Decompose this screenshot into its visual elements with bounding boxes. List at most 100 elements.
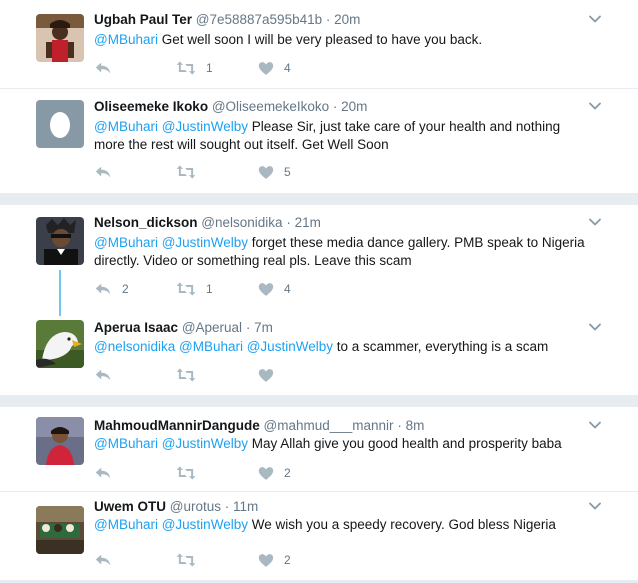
chevron-down-icon[interactable] [588,215,602,229]
tweet-body: Get well soon I will be very pleased to … [157,32,483,47]
reply-button[interactable]: 2 [94,279,129,299]
heart-icon [258,61,274,76]
mention-links[interactable]: @nelsonidika @MBuhari @JustinWelby [94,339,333,354]
mention-links[interactable]: @MBuhari [94,32,158,47]
username[interactable]: @nelsonidika [201,215,282,230]
retweet-button[interactable]: 1 [176,279,213,299]
username[interactable]: @Aperual [182,320,242,335]
retweet-icon [176,552,196,568]
like-count: 2 [284,466,291,480]
avatar[interactable] [36,217,84,265]
tweet-header: Ugbah Paul Ter @7e58887a595b41b · 20m [94,11,360,29]
username[interactable]: @7e58887a595b41b [196,12,322,27]
username[interactable]: @urotus [170,499,221,514]
retweet-icon [176,164,196,180]
tweet-item[interactable]: Nelson_dickson @nelsonidika · 21m @MBuha… [0,205,638,310]
like-button[interactable]: 5 [258,162,291,182]
display-name[interactable]: Aperua Isaac [94,320,178,335]
tweet-text: @nelsonidika @MBuhari @JustinWelby to a … [94,338,594,356]
mention-links[interactable]: @MBuhari @JustinWelby [94,119,248,134]
separator: · [397,418,402,433]
reply-button[interactable] [94,58,122,78]
avatar[interactable] [36,100,84,148]
separator: · [245,320,251,335]
like-count: 5 [284,165,291,179]
retweet-button[interactable] [176,365,206,385]
tweet-text: @MBuhari Get well soon I will be very pl… [94,31,594,49]
tweet-item[interactable]: MahmoudMannirDangude @mahmud___mannir · … [0,407,638,491]
tweet-item[interactable]: Oliseemeke Ikoko @OliseemekeIkoko · 20m … [0,89,638,193]
reply-icon [94,366,112,384]
retweet-count: 1 [206,282,213,296]
tweet-header: Oliseemeke Ikoko @OliseemekeIkoko · 20m [94,98,367,116]
conversation-gap [0,395,638,407]
timestamp[interactable]: 11m [233,499,258,514]
chevron-down-icon[interactable] [588,99,602,113]
timestamp[interactable]: 21m [295,215,321,230]
retweet-count: 1 [206,61,213,75]
like-button[interactable]: 2 [258,550,291,570]
reply-button[interactable] [94,463,122,483]
tweet-header: Aperua Isaac @Aperual · 7m [94,319,273,337]
mention-links[interactable]: @MBuhari @JustinWelby [94,436,248,451]
mention-links[interactable]: @MBuhari @JustinWelby [94,517,248,532]
chevron-down-icon[interactable] [588,12,602,26]
like-button[interactable]: 2 [258,463,291,483]
retweet-button[interactable] [176,463,206,483]
retweet-button[interactable] [176,550,206,570]
retweet-icon [176,60,196,76]
retweet-icon [176,367,196,383]
username[interactable]: @OliseemekeIkoko [212,99,329,114]
tweet-text: @MBuhari @JustinWelby Please Sir, just t… [94,118,594,154]
tweet-text: @MBuhari @JustinWelby forget these media… [94,234,594,270]
display-name[interactable]: Oliseemeke Ikoko [94,99,208,114]
chevron-down-icon[interactable] [588,499,602,513]
like-button[interactable]: 4 [258,58,291,78]
display-name[interactable]: MahmoudMannirDangude [94,418,260,433]
username[interactable]: @mahmud___mannir [264,418,394,433]
chevron-down-icon[interactable] [588,418,602,432]
tweet-item[interactable]: Ugbah Paul Ter @7e58887a595b41b · 20m @M… [0,0,638,88]
like-count: 2 [284,553,291,567]
timestamp[interactable]: 8m [406,418,425,433]
display-name[interactable]: Uwem OTU [94,499,166,514]
like-button[interactable]: 4 [258,279,291,299]
timestamp[interactable]: 7m [254,320,273,335]
heart-icon [258,165,274,180]
mention-links[interactable]: @MBuhari @JustinWelby [94,235,248,250]
like-button[interactable] [258,365,284,385]
retweet-icon [176,465,196,481]
chevron-down-icon[interactable] [588,320,602,334]
reply-icon [94,464,112,482]
tweet-header: Nelson_dickson @nelsonidika · 21m [94,214,321,232]
reply-button[interactable] [94,162,122,182]
timestamp[interactable]: 20m [341,99,367,114]
tweet-feed: Ugbah Paul Ter @7e58887a595b41b · 20m @M… [0,0,638,583]
display-name[interactable]: Ugbah Paul Ter [94,12,192,27]
tweet-item[interactable]: Aperua Isaac @Aperual · 7m @nelsonidika … [0,310,638,395]
retweet-button[interactable] [176,162,206,182]
reply-button[interactable] [94,550,122,570]
avatar[interactable] [36,320,84,368]
display-name[interactable]: Nelson_dickson [94,215,198,230]
reply-button[interactable] [94,365,122,385]
retweet-button[interactable]: 1 [176,58,213,78]
tweet-body: to a scammer, everything is a scam [332,339,549,354]
tweet-header: Uwem OTU @urotus · 11m [94,498,258,516]
tweet-body: We wish you a speedy recovery. God bless… [247,517,556,532]
heart-icon [258,466,274,481]
timestamp[interactable]: 20m [334,12,360,27]
conversation-gap [0,193,638,205]
reply-icon [94,551,112,569]
heart-icon [258,282,274,297]
like-count: 4 [284,61,291,75]
separator: · [332,99,338,114]
separator: · [325,12,331,27]
tweet-item[interactable]: Uwem OTU @urotus · 11m @MBuhari @JustinW… [0,492,638,580]
tweet-text: @MBuhari @JustinWelby May Allah give you… [94,435,594,453]
avatar[interactable] [36,506,84,554]
retweet-icon [176,281,196,297]
avatar[interactable] [36,14,84,62]
avatar[interactable] [36,417,84,465]
separator: · [224,499,230,514]
